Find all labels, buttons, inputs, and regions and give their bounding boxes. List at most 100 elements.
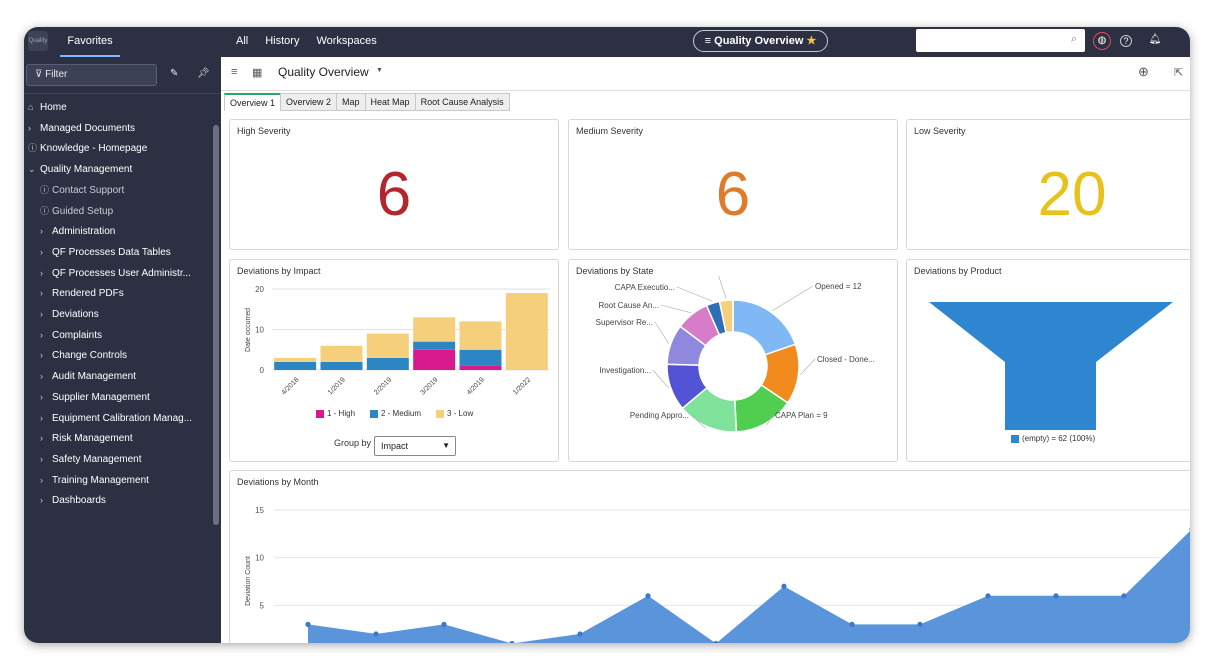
chevron-right-icon: › bbox=[40, 371, 43, 382]
tick-label: 4/2018 bbox=[280, 376, 300, 396]
funnel-segment[interactable] bbox=[929, 302, 1173, 430]
sidebar-item[interactable]: ⌄ Quality Management bbox=[28, 159, 132, 179]
filter-label: Filter bbox=[45, 69, 68, 80]
filter-icon: ⊽ bbox=[35, 69, 46, 80]
data-point bbox=[1053, 593, 1059, 599]
star-icon[interactable]: ★ bbox=[806, 35, 816, 47]
data-point bbox=[645, 593, 651, 599]
sidebar-item[interactable]: › QF Processes User Administr... bbox=[40, 263, 191, 283]
bar-segment bbox=[320, 361, 363, 370]
sidebar-item[interactable]: › Complaints bbox=[40, 325, 102, 345]
bar-segment bbox=[413, 341, 456, 350]
help-icon[interactable]: ? bbox=[1120, 35, 1132, 47]
hamburger-icon[interactable]: ≡ bbox=[231, 66, 237, 78]
menu-icon: ≡ bbox=[704, 35, 715, 47]
sidebar-item[interactable]: › Dashboards bbox=[40, 490, 106, 510]
panel-title: Deviations by Impact bbox=[237, 266, 321, 276]
legend-medium: 2 - Medium bbox=[370, 409, 421, 418]
month-panel: Deviations by Month 051015Deviation Coun… bbox=[229, 470, 1190, 643]
tick-label: 5 bbox=[260, 601, 265, 610]
sidebar-item[interactable]: › Audit Management bbox=[40, 366, 136, 386]
tick-label: 0 bbox=[260, 366, 265, 375]
favorites-tab[interactable]: Favorites bbox=[60, 27, 120, 57]
legend-label: 3 - Low bbox=[447, 409, 474, 418]
tick-label: 4/2019 bbox=[466, 376, 486, 396]
slice-label: CAPA Executio... bbox=[615, 283, 675, 292]
search-icon[interactable]: ⌕ bbox=[1071, 33, 1077, 46]
sidebar-item[interactable]: › Supplier Management bbox=[40, 387, 150, 407]
sidebar-item[interactable]: › Rendered PDFs bbox=[40, 283, 124, 303]
bell-icon[interactable]: 🔔︎ bbox=[1146, 32, 1164, 50]
chevron-right-icon: › bbox=[40, 495, 43, 506]
sidebar-scrollbar[interactable] bbox=[213, 125, 219, 525]
sidebar-item[interactable]: › Safety Management bbox=[40, 449, 142, 469]
tick-label: 10 bbox=[255, 554, 264, 563]
workspace-pill[interactable]: ≡ Quality Overview ★ bbox=[693, 30, 828, 52]
pin-icon[interactable]: 📌︎ bbox=[197, 68, 210, 79]
sidebar-item[interactable]: › Risk Management bbox=[40, 428, 133, 448]
legend-label: 1 - High bbox=[327, 409, 356, 418]
data-point bbox=[849, 621, 855, 627]
chevron-right-icon: › bbox=[40, 309, 43, 319]
top-bar: Quality Favorites All History Workspaces… bbox=[24, 27, 1190, 57]
nav-all[interactable]: All bbox=[236, 27, 248, 57]
sidebar-item[interactable]: ⌂ Home bbox=[28, 97, 67, 117]
legend-low: 3 - Low bbox=[436, 409, 473, 418]
sidebar-item[interactable]: › QF Processes Data Tables bbox=[40, 242, 171, 262]
page-title[interactable]: Quality Overview bbox=[278, 65, 369, 79]
nav-workspaces[interactable]: Workspaces bbox=[316, 27, 376, 57]
sidebar-item[interactable]: › Administration bbox=[40, 221, 115, 241]
tick-label: 15 bbox=[255, 506, 264, 515]
sidebar-item[interactable]: ⓘ Guided Setup bbox=[40, 201, 113, 221]
data-point bbox=[441, 621, 447, 627]
sidebar-item-label: Contact Support bbox=[52, 184, 125, 196]
sidebar-item-label: Guided Setup bbox=[52, 205, 114, 217]
tab-overview-1[interactable]: Overview 1 bbox=[224, 93, 282, 111]
grid-icon[interactable]: ▦ bbox=[252, 66, 262, 79]
tab-overview-2[interactable]: Overview 2 bbox=[280, 93, 338, 111]
bar-segment bbox=[459, 365, 502, 370]
edit-icon[interactable]: ✎ bbox=[170, 68, 178, 79]
sidebar-item[interactable]: › Change Controls bbox=[40, 345, 127, 365]
sidebar-item[interactable]: ⓘ Contact Support bbox=[40, 180, 124, 200]
panel-title: Low Severity bbox=[914, 126, 966, 136]
globe-icon[interactable]: ◍ bbox=[1093, 32, 1111, 50]
tab-root-cause-analysis[interactable]: Root Cause Analysis bbox=[414, 93, 510, 111]
group-by-select[interactable]: Impact ▼ bbox=[374, 436, 456, 456]
app-logo[interactable]: Quality bbox=[28, 31, 48, 51]
leader-line bbox=[718, 276, 727, 299]
impact-panel: Deviations by Impact 0 10 20 Date occurred 4… bbox=[229, 259, 559, 462]
add-icon[interactable]: ⊕ bbox=[1138, 64, 1149, 80]
sidebar-item[interactable]: › Equipment Calibration Manag... bbox=[40, 408, 192, 428]
panel-title: Deviations by Product bbox=[914, 266, 1002, 276]
sidebar-item[interactable]: › Deviations bbox=[40, 304, 99, 324]
data-point bbox=[713, 640, 719, 643]
product-chart bbox=[929, 302, 1173, 430]
kpi-high-severity[interactable]: High Severity 6 bbox=[229, 119, 559, 250]
tab-map[interactable]: Map bbox=[336, 93, 366, 111]
leader-line bbox=[772, 285, 814, 311]
state-panel: Deviations by State Opened = 12 Closed - … bbox=[568, 259, 898, 462]
chevron-right-icon: › bbox=[40, 226, 43, 237]
filter-input[interactable]: ⊽ Filter bbox=[26, 64, 157, 86]
app-window: Quality Favorites All History Workspaces… bbox=[24, 27, 1190, 643]
tab-heat-map[interactable]: Heat Map bbox=[364, 93, 416, 111]
nav-history[interactable]: History bbox=[265, 27, 299, 57]
data-point bbox=[373, 631, 379, 637]
legend-swatch bbox=[1011, 434, 1019, 443]
kpi-low-severity[interactable]: Low Severity 20 bbox=[906, 119, 1190, 250]
axis-label: Date occurred bbox=[245, 308, 252, 352]
workspace-pill-label: Quality Overview bbox=[714, 35, 804, 47]
slice-label: Closed - Done... bbox=[817, 355, 875, 364]
export-icon[interactable]: ⇱ bbox=[1174, 66, 1183, 79]
sidebar-item[interactable]: › Managed Documents bbox=[28, 118, 135, 138]
search-input[interactable]: ⌕ bbox=[916, 29, 1085, 52]
sidebar-item[interactable]: ⓘ Knowledge - Homepage bbox=[28, 138, 147, 158]
chevron-right-icon: › bbox=[40, 474, 43, 485]
bar-segment bbox=[366, 333, 409, 358]
kpi-medium-severity[interactable]: Medium Severity 6 bbox=[568, 119, 898, 250]
chevron-right-icon: › bbox=[40, 412, 43, 423]
sidebar-item[interactable]: › Training Management bbox=[40, 470, 149, 490]
panel-title: Deviations by Month bbox=[237, 477, 319, 487]
chevron-down-icon[interactable]: ▼ bbox=[376, 67, 383, 74]
